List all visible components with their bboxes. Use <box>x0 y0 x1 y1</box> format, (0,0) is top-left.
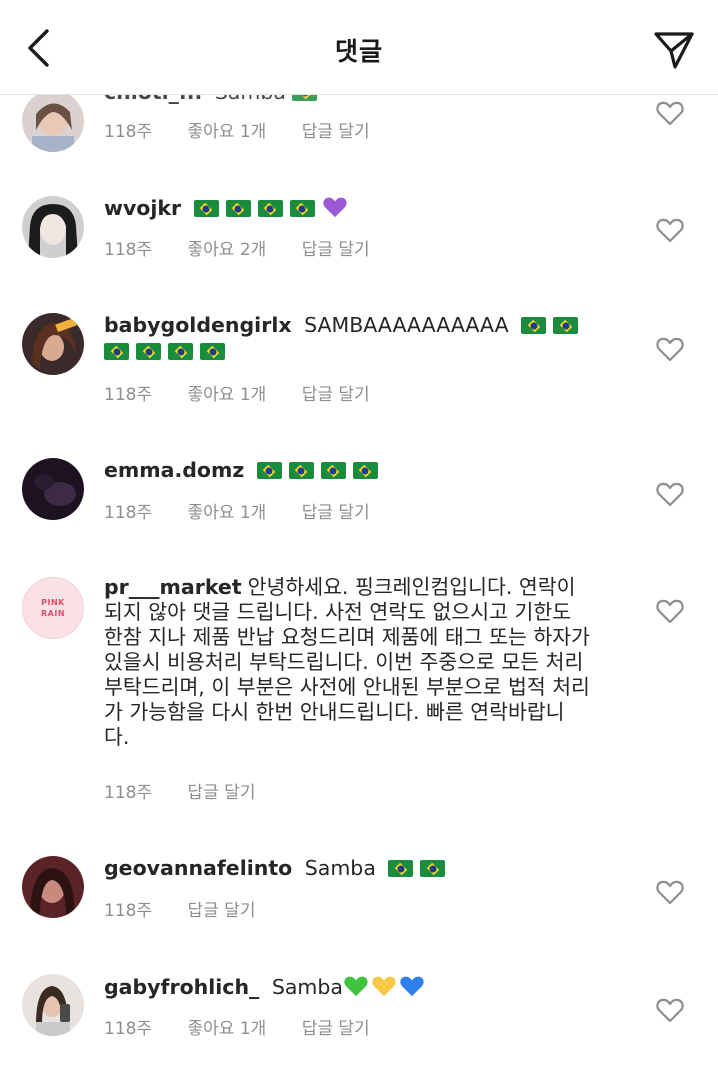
comment-body-line: 다. <box>104 725 130 749</box>
comment-meta: 118주 좋아요 1개 답글 달기 <box>104 117 370 142</box>
brazil-flag-icon <box>136 343 161 360</box>
reply-button[interactable]: 답글 달기 <box>188 778 256 803</box>
brazil-flag-icon <box>420 860 446 877</box>
comment-likes[interactable]: 좋아요 1개 <box>188 380 267 405</box>
comment-time: 118주 <box>104 503 153 523</box>
brazil-flag-icon <box>320 462 346 479</box>
comment-username[interactable]: emma.domz <box>104 458 244 482</box>
page-title: 댓글 <box>334 37 383 66</box>
like-heart-icon[interactable] <box>656 336 684 362</box>
reply-button[interactable]: 답글 달기 <box>302 235 370 260</box>
comment-body: Samba <box>271 975 343 999</box>
comment-time: 118주 <box>104 901 153 921</box>
comment-likes[interactable]: 좋아요 1개 <box>188 117 267 142</box>
avatar[interactable] <box>22 458 84 520</box>
comment-username[interactable]: babygoldengirlx <box>104 313 292 337</box>
avatar-brand-text: PINK <box>41 598 65 607</box>
yellow-heart-icon <box>371 974 397 1004</box>
brazil-flag-icon <box>225 200 251 217</box>
comment-username[interactable]: pr___market <box>104 575 242 599</box>
brazil-flag-icon <box>256 462 282 479</box>
brazil-flag-icon <box>352 462 378 479</box>
comment-body-line: 되지 않아 댓글 드립니다. 사전 연락도 없으시고 기한도 <box>104 600 572 624</box>
comment-body-line: 한참 지나 제품 반납 요청드리며 제품에 태그 또는 하자가 <box>104 625 590 649</box>
reply-button[interactable]: 답글 달기 <box>302 117 370 142</box>
avatar[interactable] <box>22 196 84 258</box>
comment-meta: 118주 좋아요 1개 답글 달기 <box>104 1014 370 1039</box>
comment-body: Samba <box>304 856 376 880</box>
like-heart-icon[interactable] <box>656 598 684 624</box>
comment-text: babygoldengirlx SAMBAAAAAAAAAA <box>104 313 624 364</box>
comment-body-line: 안녕하세요. 핑크레인컴입니다. 연락이 <box>247 575 576 599</box>
reply-button[interactable]: 답글 달기 <box>188 896 256 921</box>
brazil-flag-icon <box>521 317 547 334</box>
comment-text: emma.domz <box>104 458 624 483</box>
comment-username[interactable]: gabyfrohlich_ <box>104 975 259 999</box>
avatar[interactable] <box>22 90 84 152</box>
comment-meta: 118주 답글 달기 <box>104 896 255 921</box>
comment-time: 118주 <box>104 1019 153 1039</box>
brazil-flag-icon <box>104 343 129 360</box>
comment-list[interactable]: chlotl_... Samba 118주 좋아요 1개 답글 달기 <box>0 0 718 1080</box>
comment-time: 118주 <box>104 385 153 405</box>
purple-heart-icon <box>322 195 348 225</box>
like-heart-icon[interactable] <box>656 481 684 507</box>
avatar[interactable] <box>22 856 84 918</box>
send-icon <box>654 32 694 69</box>
brazil-flag-icon <box>553 317 579 334</box>
brazil-flag-icon <box>288 462 314 479</box>
avatar-brand-text: RAIN <box>40 609 66 618</box>
comment-text: wvojkr <box>104 195 624 225</box>
comment-time: 118주 <box>104 240 153 260</box>
comment-text: pr___market 안녕하세요. 핑크레인컴입니다. 연락이 되지 않아 댓글… <box>104 575 634 750</box>
send-button[interactable] <box>650 26 698 74</box>
comment-meta: 118주 답글 달기 <box>104 778 255 803</box>
brazil-flag-icon <box>193 200 219 217</box>
blue-heart-icon <box>399 974 425 1004</box>
comments-screen: chlotl_... Samba 118주 좋아요 1개 답글 달기 <box>0 0 718 1080</box>
comment-likes[interactable]: 좋아요 1개 <box>188 1014 267 1039</box>
header-bar: 댓글 <box>0 0 718 95</box>
comment-text: geovannafelinto Samba <box>104 856 624 881</box>
like-heart-icon[interactable] <box>656 997 684 1023</box>
like-heart-icon[interactable] <box>656 217 684 243</box>
comment-time: 118주 <box>104 783 153 803</box>
reply-button[interactable]: 답글 달기 <box>302 498 370 523</box>
brazil-flag-icon <box>289 200 315 217</box>
avatar[interactable] <box>22 313 84 375</box>
avatar[interactable]: PINK RAIN <box>22 577 84 639</box>
comment-meta: 118주 좋아요 1개 답글 달기 <box>104 380 370 405</box>
comment-likes[interactable]: 좋아요 1개 <box>188 498 267 523</box>
brazil-flag-icon <box>257 200 283 217</box>
brazil-flag-icon <box>168 343 193 360</box>
comment-body-line: 부탁드리며, 이 부분은 사전에 안내된 부분으로 법적 처리 <box>104 675 590 699</box>
reply-button[interactable]: 답글 달기 <box>302 1014 370 1039</box>
comment-text: gabyfrohlich_ Samba <box>104 974 624 1004</box>
comment-likes[interactable]: 좋아요 2개 <box>188 235 267 260</box>
reply-button[interactable]: 답글 달기 <box>302 380 370 405</box>
brazil-flag-icon <box>200 343 225 360</box>
comment-time: 118주 <box>104 122 153 142</box>
comment-meta: 118주 좋아요 1개 답글 달기 <box>104 498 370 523</box>
comment-username[interactable]: geovannafelinto <box>104 856 292 880</box>
comment-body-line: 가 가능함을 다시 한번 안내드립니다. 빠른 연락바랍니 <box>104 700 565 724</box>
comment-body-line: 있을시 비용처리 부탁드립니다. 이번 주중으로 모든 처리 <box>104 650 584 674</box>
avatar[interactable] <box>22 974 84 1036</box>
comment-body: SAMBAAAAAAAAAA <box>304 313 509 337</box>
comment-username[interactable]: wvojkr <box>104 196 181 220</box>
green-heart-icon <box>343 974 369 1004</box>
like-heart-icon[interactable] <box>656 100 684 126</box>
like-heart-icon[interactable] <box>656 879 684 905</box>
comment-meta: 118주 좋아요 2개 답글 달기 <box>104 235 370 260</box>
brazil-flag-icon <box>388 860 414 877</box>
